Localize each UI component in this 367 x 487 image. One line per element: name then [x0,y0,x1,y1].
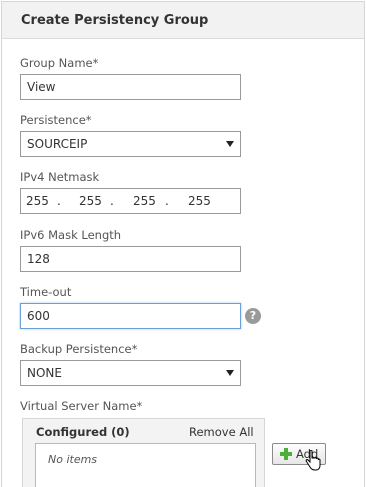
ipv6-mask-length-label: IPv6 Mask Length [20,228,122,242]
group-name-input[interactable]: View [20,74,241,100]
ipv4-separator: . [57,194,61,208]
group-name-label: Group Name* [20,56,99,70]
ipv4-separator: . [110,194,114,208]
hand-cursor-icon [305,450,321,471]
ipv4-netmask-field: 255 . 255 . 255 . 255 [20,188,241,214]
dialog-title: Create Persistency Group [21,13,209,28]
ipv4-octet-2[interactable]: 255 [79,189,102,213]
empty-list-text: No items [48,453,98,466]
persistence-label: Persistence* [20,113,92,127]
backup-persistence-label: Backup Persistence* [20,342,138,356]
ipv4-separator: . [165,194,169,208]
remove-all-link[interactable]: Remove All [189,425,254,439]
chevron-down-icon [226,141,234,147]
timeout-input[interactable]: 600 [20,303,241,329]
ipv4-netmask-label: IPv4 Netmask [20,170,100,184]
backup-persistence-select[interactable]: NONE [20,360,241,386]
ipv4-octet-4[interactable]: 255 [188,189,211,213]
persistence-select[interactable]: SOURCEIP [20,131,241,157]
persistence-value: SOURCEIP [27,137,88,151]
configured-label: Configured (0) [36,425,130,439]
virtual-server-name-label: Virtual Server Name* [20,399,143,413]
plus-icon [280,448,292,460]
ipv4-octet-3[interactable]: 255 [133,189,156,213]
ipv6-mask-length-input[interactable]: 128 [20,246,241,272]
virtual-server-panel: Configured (0) Remove All No items [22,418,265,487]
help-icon[interactable]: ? [245,308,261,324]
configured-list: No items [35,443,256,487]
dialog-header: Create Persistency Group [2,2,364,39]
chevron-down-icon [226,370,234,376]
backup-persistence-value: NONE [27,366,62,380]
ipv4-octet-1[interactable]: 255 [26,189,49,213]
timeout-label: Time-out [20,285,72,299]
